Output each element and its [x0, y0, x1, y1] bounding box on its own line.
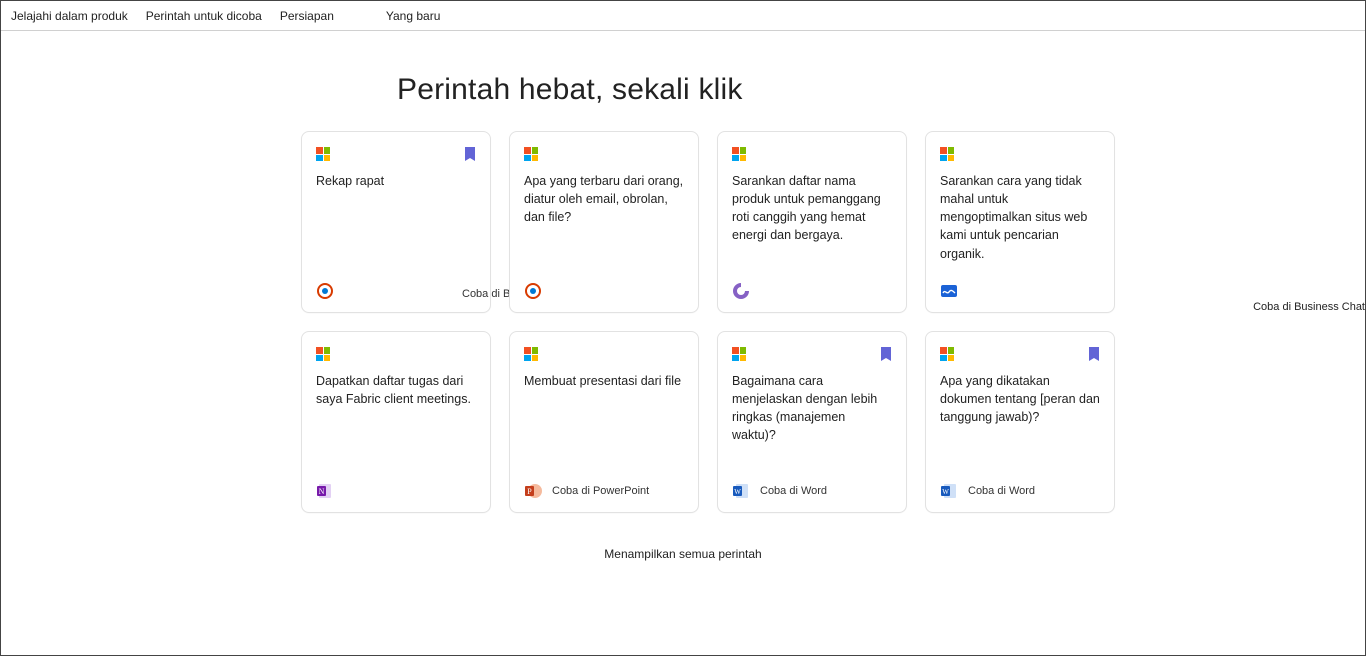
microsoft-logo-icon [940, 147, 954, 161]
prompt-card[interactable]: Bagaimana cara menjelaskan dengan lebih … [717, 331, 907, 513]
prompt-text: Rekap rapat [316, 172, 476, 190]
nav-whats-new[interactable]: Yang baru [382, 7, 445, 25]
prompt-text: Sarankan daftar nama produk untuk pemang… [732, 172, 892, 245]
prompt-card[interactable]: Membuat presentasi dari file P Coba di P… [509, 331, 699, 513]
microsoft-logo-icon [732, 147, 746, 161]
prompt-text: Sarankan cara yang tidak mahal untuk men… [940, 172, 1100, 263]
bookmark-icon[interactable] [464, 147, 476, 161]
microsoft-logo-icon [316, 147, 330, 161]
prompt-card[interactable]: Sarankan cara yang tidak mahal untuk men… [925, 131, 1115, 313]
prompt-text: Apa yang terbaru dari orang, diatur oleh… [524, 172, 684, 226]
nav-try-commands[interactable]: Perintah untuk dicoba [142, 7, 266, 25]
nav-setup[interactable]: Persiapan [276, 7, 338, 25]
page-title: Perintah hebat, sekali klik [397, 73, 1365, 107]
word-icon: W [732, 482, 750, 500]
microsoft-logo-icon [524, 147, 538, 161]
word-icon: W [940, 482, 958, 500]
card-cta-label: Coba di Word [968, 485, 1035, 497]
prompt-card[interactable]: Sarankan daftar nama produk untuk pemang… [717, 131, 907, 313]
copilot-icon [316, 282, 334, 300]
bookmark-icon[interactable] [880, 347, 892, 361]
nav-explore[interactable]: Jelajahi dalam produk [7, 7, 132, 25]
loop-icon [732, 282, 750, 300]
microsoft-logo-icon [940, 347, 954, 361]
show-all-prompts-link[interactable]: Menampilkan semua perintah [1, 547, 1365, 561]
prompt-text: Apa yang dikatakan dokumen tentang [pera… [940, 372, 1100, 426]
svg-text:P: P [527, 487, 532, 496]
svg-text:N: N [319, 487, 325, 496]
copilot-icon [524, 282, 542, 300]
prompt-card[interactable]: Dapatkan daftar tugas dari saya Fabric c… [301, 331, 491, 513]
card-cta-label: Coba di PowerPoint [552, 485, 649, 497]
powerpoint-icon: P [524, 482, 542, 500]
microsoft-logo-icon [732, 347, 746, 361]
prompt-card[interactable]: Apa yang dikatakan dokumen tentang [pera… [925, 331, 1115, 513]
onenote-icon: N [316, 482, 334, 500]
card-cta-label: Coba di Word [760, 485, 827, 497]
prompt-text: Bagaimana cara menjelaskan dengan lebih … [732, 372, 892, 445]
bookmark-icon[interactable] [1088, 347, 1100, 361]
svg-text:W: W [942, 488, 949, 496]
prompt-card[interactable]: Rekap rapat Coba di Business Chat [301, 131, 491, 313]
microsoft-logo-icon [524, 347, 538, 361]
svg-text:W: W [734, 488, 741, 496]
prompt-text: Membuat presentasi dari file [524, 372, 684, 390]
microsoft-logo-icon [316, 347, 330, 361]
whiteboard-icon [940, 282, 958, 300]
prompt-text: Dapatkan daftar tugas dari saya Fabric c… [316, 372, 476, 408]
prompt-card-grid: Rekap rapat Coba di Business Chat Apa ya… [301, 131, 1115, 513]
prompt-card[interactable]: Apa yang terbaru dari orang, diatur oleh… [509, 131, 699, 313]
side-cta-label: Coba di Business Chat [1253, 301, 1365, 313]
top-nav: Jelajahi dalam produk Perintah untuk dic… [1, 1, 1365, 31]
